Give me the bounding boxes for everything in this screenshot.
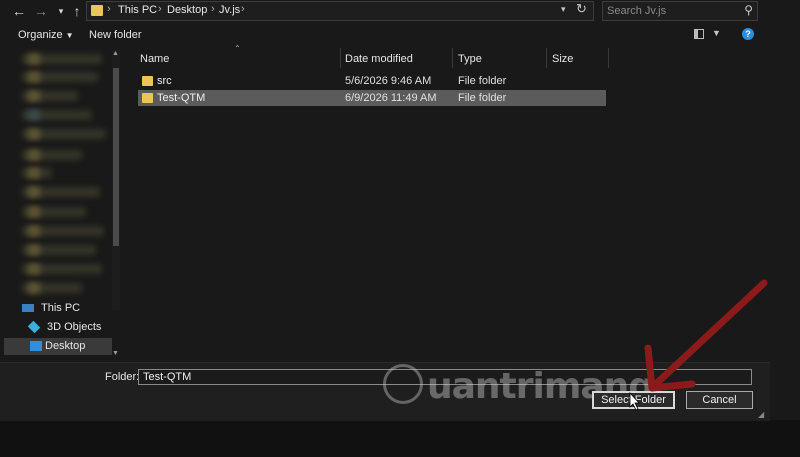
column-header-date[interactable]: Date modified — [345, 53, 413, 73]
blurred-item — [22, 91, 78, 101]
sidebar-item-this-pc[interactable]: This PC — [18, 300, 118, 317]
scroll-up-icon[interactable]: ▲ — [112, 50, 119, 57]
sidebar-item-label: This PC — [41, 302, 81, 314]
search-placeholder: Search Jv.js — [607, 5, 667, 17]
blurred-item — [22, 264, 102, 274]
file-row-test-qtm[interactable]: Test-QTM 6/9/2026 11:49 AM File folder — [138, 90, 606, 106]
column-divider[interactable] — [452, 48, 453, 68]
organize-button[interactable]: Organize ▼ — [18, 29, 74, 41]
column-divider[interactable] — [608, 48, 609, 68]
sidebar-item-3d-objects[interactable]: 3D Objects — [24, 319, 124, 336]
folder-icon — [142, 93, 153, 103]
column-header-type[interactable]: Type — [458, 53, 482, 73]
address-dropdown-icon[interactable]: ▾ — [561, 4, 566, 15]
breadcrumb-desktop[interactable]: Desktop — [167, 4, 207, 16]
breadcrumb-separator-icon: › — [158, 3, 162, 15]
sort-ascending-icon: ⌃ — [234, 44, 241, 53]
file-row-src[interactable]: src 5/6/2026 9:46 AM File folder — [138, 73, 606, 89]
back-arrow-icon[interactable]: ← — [10, 2, 28, 20]
up-arrow-icon[interactable]: ↑ — [68, 2, 86, 20]
select-folder-button[interactable]: Select Folder — [592, 391, 675, 409]
blurred-item — [22, 150, 82, 160]
file-date: 5/6/2026 9:46 AM — [345, 75, 432, 87]
blurred-item — [22, 110, 92, 120]
blurred-item — [22, 207, 86, 217]
breadcrumb-separator-icon: › — [211, 3, 215, 15]
breadcrumb-jvjs[interactable]: Jv.js — [219, 4, 240, 16]
file-type: File folder — [458, 75, 507, 87]
blurred-item — [22, 245, 96, 255]
file-dialog: ← → ▾ ↑ › This PC › Desktop › Jv.js › ▾ … — [0, 0, 800, 421]
blurred-item — [22, 129, 106, 139]
cube-icon — [27, 320, 41, 334]
breadcrumb-this-pc[interactable]: This PC — [118, 4, 157, 16]
column-divider[interactable] — [340, 48, 341, 68]
computer-icon — [22, 304, 34, 312]
file-type: File folder — [458, 92, 507, 104]
folder-label: Folder: — [105, 371, 140, 383]
sidebar-item-label: Desktop — [45, 340, 86, 352]
breadcrumb-separator-icon: › — [107, 3, 111, 15]
cancel-button[interactable]: Cancel — [686, 391, 753, 409]
blurred-item — [22, 187, 100, 197]
organize-label: Organize — [18, 29, 63, 41]
blurred-item — [22, 168, 52, 178]
blurred-item — [22, 72, 98, 82]
sidebar-scroll-thumb[interactable] — [113, 68, 119, 246]
column-divider[interactable] — [546, 48, 547, 68]
column-header-name[interactable]: Name — [140, 53, 169, 73]
address-bar[interactable]: › This PC › Desktop › Jv.js › ▾ — [86, 1, 594, 21]
blurred-item — [22, 226, 104, 236]
view-options-icon[interactable] — [694, 29, 704, 39]
refresh-icon[interactable]: ↻ — [576, 1, 587, 17]
column-header-size[interactable]: Size — [552, 53, 573, 73]
toolbar: Organize ▼ New folder ▼ ? — [0, 22, 770, 48]
help-icon[interactable]: ? — [742, 28, 754, 40]
breadcrumb-separator-icon: › — [241, 3, 245, 15]
blurred-item — [22, 283, 82, 293]
scroll-down-icon[interactable]: ▼ — [112, 350, 119, 357]
blurred-item — [22, 54, 102, 64]
folder-icon — [142, 76, 153, 86]
search-input[interactable]: Search Jv.js ⚲ — [602, 1, 758, 21]
search-icon: ⚲ — [744, 3, 753, 17]
forward-arrow-icon[interactable]: → — [32, 2, 50, 20]
file-name: Test-QTM — [157, 92, 206, 104]
sidebar-item-desktop[interactable]: Desktop — [4, 338, 112, 355]
address-row: ← → ▾ ↑ › This PC › Desktop › Jv.js › ▾ … — [0, 0, 800, 22]
watermark-logo-icon — [383, 364, 423, 404]
resize-grip-icon[interactable]: ◢ — [758, 410, 764, 419]
desktop-icon — [30, 341, 42, 351]
file-date: 6/9/2026 11:49 AM — [345, 92, 437, 104]
folder-icon — [91, 5, 103, 16]
file-name: src — [157, 75, 172, 87]
chevron-down-icon[interactable]: ▼ — [712, 28, 721, 38]
sidebar-item-label: 3D Objects — [47, 321, 102, 333]
new-folder-button[interactable]: New folder — [89, 29, 142, 41]
chevron-down-icon: ▼ — [65, 31, 74, 40]
